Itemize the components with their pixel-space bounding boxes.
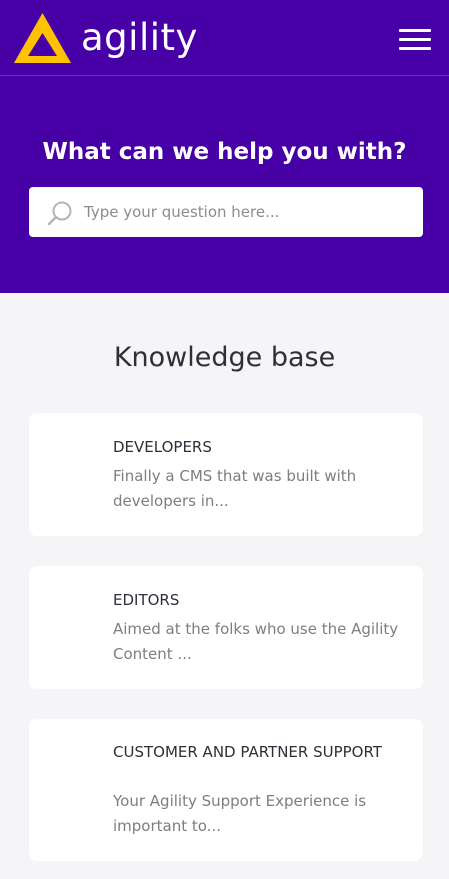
site-header: agility: [0, 0, 449, 76]
category-description: Aimed at the folks who use the Agility C…: [113, 620, 399, 663]
category-card-customer-and-partner-support[interactable]: CUSTOMER AND PARTNER SUPPORT Your Agilit…: [29, 719, 423, 861]
hamburger-menu-icon[interactable]: [399, 29, 431, 51]
category-title: EDITORS: [113, 591, 180, 609]
category-title: DEVELOPERS: [113, 438, 212, 456]
search-icon: [47, 201, 72, 226]
category-description: Finally a CMS that was built with develo…: [113, 467, 357, 510]
category-card-editors[interactable]: EDITORS Aimed at the folks who use the A…: [29, 566, 423, 689]
hero-title: What can we help you with?: [42, 139, 407, 165]
brand-name[interactable]: agility: [81, 16, 198, 60]
agility-logo-icon[interactable]: [14, 13, 71, 63]
category-title: CUSTOMER AND PARTNER SUPPORT: [113, 743, 382, 761]
search-input[interactable]: [84, 187, 414, 237]
category-card-developers[interactable]: DEVELOPERS Finally a CMS that was built …: [29, 413, 423, 536]
hero-section: What can we help you with?: [0, 76, 449, 293]
knowledge-base-title: Knowledge base: [113, 342, 336, 373]
category-description: Your Agility Support Experience is impor…: [113, 792, 367, 835]
search-box[interactable]: [29, 187, 423, 237]
